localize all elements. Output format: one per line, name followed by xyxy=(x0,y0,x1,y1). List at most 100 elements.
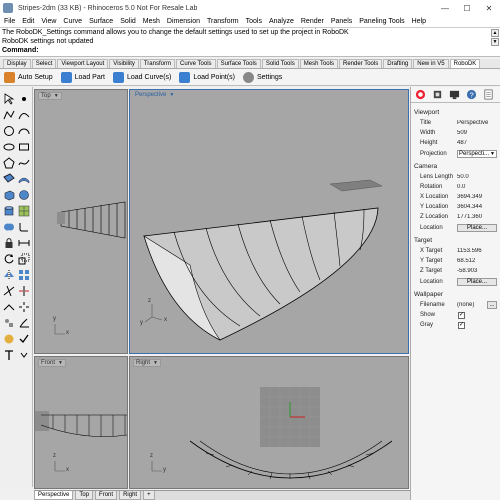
viewport-front[interactable]: Front ▼ x z xyxy=(34,356,128,489)
render-icon[interactable] xyxy=(3,333,15,345)
close-button[interactable]: ✕ xyxy=(478,4,500,13)
circle-icon[interactable] xyxy=(3,125,15,137)
settings-button[interactable]: Settings xyxy=(243,71,282,83)
group-icon[interactable] xyxy=(3,317,15,329)
join-icon[interactable] xyxy=(3,301,15,313)
vptab-top[interactable]: Top xyxy=(75,491,94,500)
arc-icon[interactable] xyxy=(18,125,30,137)
x-target-value[interactable]: 1153.596 xyxy=(457,248,497,254)
polygon-icon[interactable] xyxy=(3,157,15,169)
rotation-value[interactable]: 0.0 xyxy=(457,184,497,190)
browse-wallpaper-button[interactable]: ... xyxy=(487,301,497,309)
trim-icon[interactable] xyxy=(3,285,15,297)
viewport-perspective[interactable]: Perspective ▼ x z y xyxy=(129,89,409,354)
load-part-button[interactable]: Load Part xyxy=(60,71,105,83)
minimize-button[interactable]: — xyxy=(434,4,456,13)
scroll-up-arrow-icon[interactable]: ▲ xyxy=(491,29,499,37)
tab-robodk[interactable]: RoboDK xyxy=(449,59,481,68)
title-value[interactable]: Perspective xyxy=(457,120,497,126)
rectangle-icon[interactable] xyxy=(18,141,30,153)
width-value[interactable]: 509 xyxy=(457,130,497,136)
menu-surface[interactable]: Surface xyxy=(89,18,113,25)
load-points-button[interactable]: Load Point(s) xyxy=(179,71,235,83)
point-icon[interactable] xyxy=(18,93,30,105)
dimension-icon[interactable] xyxy=(18,237,30,249)
polyline-icon[interactable] xyxy=(3,109,15,121)
height-value[interactable]: 487 xyxy=(457,140,497,146)
menu-analyze[interactable]: Analyze xyxy=(269,18,294,25)
text-object-icon[interactable] xyxy=(3,349,15,361)
camera-place-button[interactable]: Place... xyxy=(457,224,497,232)
viewport-top[interactable]: Top ▼ x y xyxy=(34,89,128,354)
box-solid-icon[interactable] xyxy=(3,189,15,201)
vptab-right[interactable]: Right xyxy=(119,491,142,500)
tab-solid-tools[interactable]: Solid Tools xyxy=(261,59,299,68)
maximize-button[interactable]: ☐ xyxy=(456,4,478,13)
menu-edit[interactable]: Edit xyxy=(22,18,34,25)
split-icon[interactable] xyxy=(18,285,30,297)
tab-surface-tools[interactable]: Surface Tools xyxy=(216,59,261,68)
tab-visibility[interactable]: Visibility xyxy=(109,59,139,68)
boolean-union-icon[interactable] xyxy=(3,221,15,233)
menu-help[interactable]: Help xyxy=(412,18,426,25)
menu-tools[interactable]: Tools xyxy=(246,18,262,25)
auto-setup-button[interactable]: Auto Setup xyxy=(4,71,53,83)
sphere-solid-icon[interactable] xyxy=(18,189,30,201)
more-tools-icon[interactable] xyxy=(18,349,30,361)
lens-length-value[interactable]: 50.0 xyxy=(457,174,497,180)
command-prompt[interactable]: Command: xyxy=(2,47,39,54)
checkmark-icon[interactable] xyxy=(18,333,30,345)
tab-render-tools[interactable]: Render Tools xyxy=(338,59,383,68)
lock-icon[interactable] xyxy=(3,237,15,249)
add-viewport-tab-button[interactable]: + xyxy=(143,491,155,500)
target-place-button[interactable]: Place... xyxy=(457,278,497,286)
show-checkbox[interactable]: ✓ xyxy=(458,312,465,319)
mirror-icon[interactable] xyxy=(3,269,15,281)
tab-viewport-layout[interactable]: Viewport Layout xyxy=(57,59,109,68)
rotate-icon[interactable] xyxy=(3,253,15,265)
notes-tab-icon[interactable] xyxy=(481,89,495,101)
properties-tab-icon[interactable] xyxy=(413,89,427,101)
surface-icon[interactable] xyxy=(3,173,15,185)
scroll-down-arrow-icon[interactable]: ▼ xyxy=(491,38,499,46)
tab-curve-tools[interactable]: Curve Tools xyxy=(175,59,216,68)
ellipse-icon[interactable] xyxy=(3,141,15,153)
layers-tab-icon[interactable] xyxy=(430,89,444,101)
menu-paneling-tools[interactable]: Paneling Tools xyxy=(359,18,404,25)
tab-display[interactable]: Display xyxy=(3,59,31,68)
menu-render[interactable]: Render xyxy=(301,18,324,25)
cylinder-solid-icon[interactable] xyxy=(3,205,15,217)
menu-mesh[interactable]: Mesh xyxy=(143,18,160,25)
projection-select[interactable]: Perspecti... ▼ xyxy=(457,150,497,158)
curve-icon[interactable] xyxy=(18,109,30,121)
menu-file[interactable]: File xyxy=(4,18,15,25)
x-location-value[interactable]: 3694.349 xyxy=(457,194,497,200)
z-location-value[interactable]: 1771.360 xyxy=(457,214,497,220)
vptab-perspective[interactable]: Perspective xyxy=(34,491,74,500)
menu-panels[interactable]: Panels xyxy=(331,18,352,25)
fillet-icon[interactable] xyxy=(18,221,30,233)
y-target-value[interactable]: 68.512 xyxy=(457,258,497,264)
freeform-curve-icon[interactable] xyxy=(18,157,30,169)
array-icon[interactable] xyxy=(18,269,30,281)
loft-surface-icon[interactable] xyxy=(18,173,30,185)
z-target-value[interactable]: -58.903 xyxy=(457,268,497,274)
menu-curve[interactable]: Curve xyxy=(63,18,82,25)
viewport-right[interactable]: Right ▼ y z xyxy=(129,356,409,489)
vptab-front[interactable]: Front xyxy=(95,491,118,500)
tab-drafting[interactable]: Drafting xyxy=(383,59,413,68)
load-curves-button[interactable]: Load Curve(s) xyxy=(113,71,171,83)
gray-checkbox[interactable]: ✓ xyxy=(458,322,465,329)
tab-new-in-v5[interactable]: New in V5 xyxy=(413,59,449,68)
select-arrow-icon[interactable] xyxy=(3,93,15,105)
mesh-icon[interactable] xyxy=(18,205,30,217)
tab-mesh-tools[interactable]: Mesh Tools xyxy=(299,59,338,68)
display-tab-icon[interactable] xyxy=(447,89,461,101)
menu-dimension[interactable]: Dimension xyxy=(167,18,200,25)
help-tab-icon[interactable]: ? xyxy=(464,89,478,101)
tab-select[interactable]: Select xyxy=(31,59,57,68)
menu-transform[interactable]: Transform xyxy=(207,18,239,25)
menu-solid[interactable]: Solid xyxy=(120,18,136,25)
tab-transform[interactable]: Transform xyxy=(139,59,175,68)
menu-view[interactable]: View xyxy=(41,18,56,25)
